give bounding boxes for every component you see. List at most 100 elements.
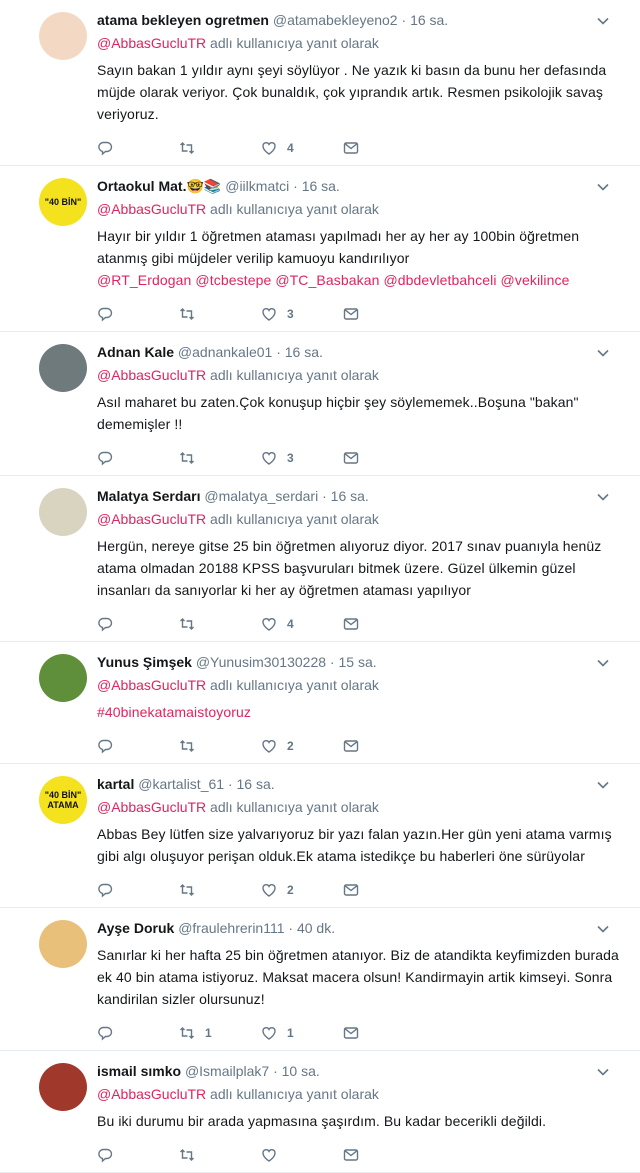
avatar[interactable]: "40 BİN"	[39, 178, 87, 226]
user-handle[interactable]: @kartalist_61	[138, 776, 224, 792]
retweet-button[interactable]	[179, 450, 261, 466]
heart-icon	[262, 618, 276, 631]
chevron-down-icon[interactable]	[596, 14, 610, 28]
avatar[interactable]	[39, 488, 87, 536]
reply-mention[interactable]: @AbbasGucluTR	[97, 201, 206, 217]
reply-context: @AbbasGucluTR adlı kullanıcıya yanıt ola…	[97, 365, 628, 385]
avatar[interactable]	[39, 12, 87, 60]
retweet-button[interactable]	[179, 1147, 261, 1163]
tweet[interactable]: Adnan Kale @adnankale01 · 16 sa. @AbbasG…	[0, 332, 640, 476]
like-button[interactable]: 3	[261, 306, 343, 322]
reply-context: @AbbasGucluTR adlı kullanıcıya yanıt ola…	[97, 675, 628, 695]
chevron-down-icon[interactable]	[596, 656, 610, 670]
timestamp[interactable]: 10 sa.	[282, 1063, 320, 1079]
retweet-button[interactable]	[179, 882, 261, 898]
reply-mention[interactable]: @AbbasGucluTR	[97, 677, 206, 693]
like-button[interactable]	[261, 1147, 343, 1163]
reply-mention[interactable]: @AbbasGucluTR	[97, 799, 206, 815]
avatar-image	[39, 1063, 87, 1111]
chevron-down-icon[interactable]	[596, 180, 610, 194]
retweet-icon	[180, 740, 194, 752]
like-button[interactable]: 1	[261, 1025, 343, 1041]
direct-message-button[interactable]	[343, 450, 425, 466]
display-name[interactable]: Adnan Kale	[97, 344, 174, 360]
user-handle[interactable]: @fraulehrerin111	[178, 920, 284, 936]
direct-message-button[interactable]	[343, 882, 425, 898]
like-button[interactable]: 2	[261, 738, 343, 754]
like-button[interactable]: 4	[261, 616, 343, 632]
direct-message-button[interactable]	[343, 738, 425, 754]
avatar[interactable]	[39, 1063, 87, 1111]
direct-message-button[interactable]	[343, 306, 425, 322]
direct-message-button[interactable]	[343, 140, 425, 156]
reply-button[interactable]	[97, 140, 179, 156]
tweet[interactable]: atama bekleyen ogretmen @atamabekleyeno2…	[0, 0, 640, 166]
user-handle[interactable]: @atamabekleyeno2	[273, 12, 398, 28]
display-name[interactable]: ismail sımko	[97, 1063, 181, 1079]
chevron-down-icon[interactable]	[596, 778, 610, 792]
tweet[interactable]: Ayşe Doruk @fraulehrerin111 · 40 dk. San…	[0, 908, 640, 1051]
direct-message-button[interactable]	[343, 1147, 425, 1163]
user-handle[interactable]: @Ismailplak7	[185, 1063, 269, 1079]
chevron-down-icon[interactable]	[596, 346, 610, 360]
direct-message-button[interactable]	[343, 1025, 425, 1041]
tweet-links[interactable]: @RT_Erdogan @tcbestepe @TC_Basbakan @dbd…	[97, 269, 628, 291]
reply-button[interactable]	[97, 306, 179, 322]
avatar[interactable]	[39, 920, 87, 968]
like-button[interactable]: 4	[261, 140, 343, 156]
chevron-down-icon[interactable]	[596, 490, 610, 504]
tweet-text: Asıl maharet bu zaten.Çok konuşup hiçbir…	[97, 391, 628, 435]
avatar[interactable]	[39, 344, 87, 392]
reply-button[interactable]	[97, 1025, 179, 1041]
tweet-body: Sayın bakan 1 yıldır aynı şeyi söylüyor …	[97, 62, 607, 122]
display-name[interactable]: Ortaokul Mat.	[97, 178, 186, 194]
tweet-links[interactable]: #40binekatamaistoyoruz	[97, 704, 251, 720]
reply-button[interactable]	[97, 882, 179, 898]
reply-button[interactable]	[97, 738, 179, 754]
timestamp[interactable]: 16 sa.	[237, 776, 275, 792]
chevron-down-icon[interactable]	[596, 922, 610, 936]
retweet-button[interactable]	[179, 306, 261, 322]
reply-button[interactable]	[97, 616, 179, 632]
envelope-icon	[343, 308, 359, 320]
display-name[interactable]: Ayşe Doruk	[97, 920, 174, 936]
timestamp[interactable]: 16 sa.	[302, 178, 340, 194]
user-handle[interactable]: @iilkmatci	[225, 178, 289, 194]
display-name[interactable]: Yunus Şimşek	[97, 654, 192, 670]
chevron-down-icon[interactable]	[596, 1065, 610, 1079]
direct-message-button[interactable]	[343, 616, 425, 632]
timestamp[interactable]: 40 dk.	[297, 920, 335, 936]
tweet[interactable]: ismail sımko @Ismailplak7 · 10 sa. @Abba…	[0, 1051, 640, 1173]
timestamp[interactable]: 15 sa.	[338, 654, 376, 670]
user-handle[interactable]: @Yunusim30130228	[196, 654, 326, 670]
envelope-icon	[343, 1149, 359, 1161]
reply-mention[interactable]: @AbbasGucluTR	[97, 35, 206, 51]
tweet[interactable]: Malatya Serdarı @malatya_serdari · 16 sa…	[0, 476, 640, 642]
reply-button[interactable]	[97, 1147, 179, 1163]
timestamp[interactable]: 16 sa.	[285, 344, 323, 360]
avatar[interactable]	[39, 654, 87, 702]
retweet-button[interactable]	[179, 738, 261, 754]
like-button[interactable]: 3	[261, 450, 343, 466]
retweet-button[interactable]	[179, 616, 261, 632]
display-name[interactable]: Malatya Serdarı	[97, 488, 201, 504]
display-name[interactable]: atama bekleyen ogretmen	[97, 12, 269, 28]
tweet[interactable]: Yunus Şimşek @Yunusim30130228 · 15 sa. @…	[0, 642, 640, 764]
tweet[interactable]: "40 BİN" ATAMA kartal @kartalist_61 · 16…	[0, 764, 640, 908]
tweet-header: Yunus Şimşek @Yunusim30130228 · 15 sa.	[97, 652, 628, 672]
retweet-button[interactable]	[179, 140, 261, 156]
timestamp[interactable]: 16 sa.	[331, 488, 369, 504]
tweet[interactable]: "40 BİN" Ortaokul Mat.🤓📚 @iilkmatci · 16…	[0, 166, 640, 332]
like-button[interactable]: 2	[261, 882, 343, 898]
separator-dot: ·	[322, 488, 327, 504]
reply-button[interactable]	[97, 450, 179, 466]
user-handle[interactable]: @adnankale01	[178, 344, 272, 360]
user-handle[interactable]: @malatya_serdari	[204, 488, 318, 504]
reply-mention[interactable]: @AbbasGucluTR	[97, 511, 206, 527]
timestamp[interactable]: 16 sa.	[410, 12, 448, 28]
avatar[interactable]: "40 BİN" ATAMA	[39, 776, 87, 824]
reply-mention[interactable]: @AbbasGucluTR	[97, 1086, 206, 1102]
display-name[interactable]: kartal	[97, 776, 134, 792]
reply-mention[interactable]: @AbbasGucluTR	[97, 367, 206, 383]
retweet-button[interactable]: 1	[179, 1025, 261, 1041]
